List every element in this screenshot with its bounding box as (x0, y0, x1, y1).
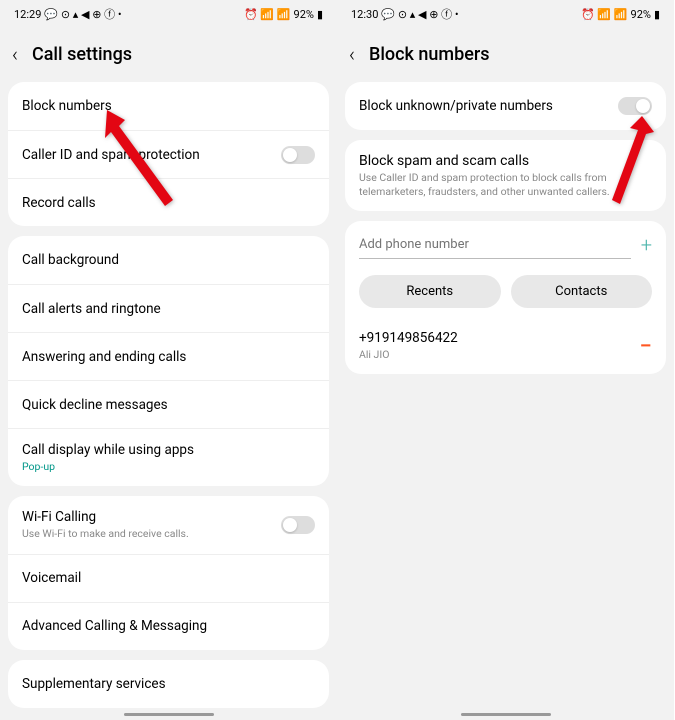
voicemail-item[interactable]: Voicemail (8, 554, 329, 602)
back-icon[interactable]: ‹ (349, 42, 355, 66)
status-bar: 12:29💬 ⊙ ▴ ◀ ⊕ ⓕ • ⏰ 📶 📶92%▮ (0, 0, 337, 28)
block-spam-item[interactable]: Block spam and scam callsUse Caller ID a… (345, 140, 666, 211)
phone-input[interactable] (359, 231, 631, 259)
home-indicator[interactable] (124, 713, 214, 716)
page-title: Block numbers (369, 44, 490, 65)
supplementary-item[interactable]: Supplementary services (8, 660, 329, 708)
blocked-number-row[interactable]: +919149856422Ali JIO − (345, 318, 666, 374)
answering-item[interactable]: Answering and ending calls (8, 332, 329, 380)
status-bar: 12:30💬 ⊙ ▴ ◀ ⊕ ⓕ • ⏰ 📶 📶92%▮ (337, 0, 674, 28)
block-unknown-item[interactable]: Block unknown/private numbers (345, 82, 666, 130)
remove-icon[interactable]: − (640, 334, 652, 359)
quick-decline-item[interactable]: Quick decline messages (8, 380, 329, 428)
caller-id-toggle[interactable] (281, 146, 315, 164)
call-alerts-item[interactable]: Call alerts and ringtone (8, 284, 329, 332)
call-background-item[interactable]: Call background (8, 236, 329, 284)
page-title: Call settings (32, 44, 132, 65)
block-unknown-toggle[interactable] (618, 97, 652, 115)
caller-id-item[interactable]: Caller ID and spam protection (8, 130, 329, 178)
call-display-item[interactable]: Call display while using appsPop-up (8, 428, 329, 486)
wifi-calling-item[interactable]: Wi-Fi CallingUse Wi-Fi to make and recei… (8, 496, 329, 554)
wifi-calling-toggle[interactable] (281, 516, 315, 534)
record-calls-item[interactable]: Record calls (8, 178, 329, 226)
block-numbers-item[interactable]: Block numbers (8, 82, 329, 130)
add-icon[interactable]: + (641, 233, 652, 257)
contacts-button[interactable]: Contacts (511, 275, 653, 308)
advanced-calling-item[interactable]: Advanced Calling & Messaging (8, 602, 329, 650)
recents-button[interactable]: Recents (359, 275, 501, 308)
home-indicator[interactable] (461, 713, 551, 716)
back-icon[interactable]: ‹ (12, 42, 18, 66)
